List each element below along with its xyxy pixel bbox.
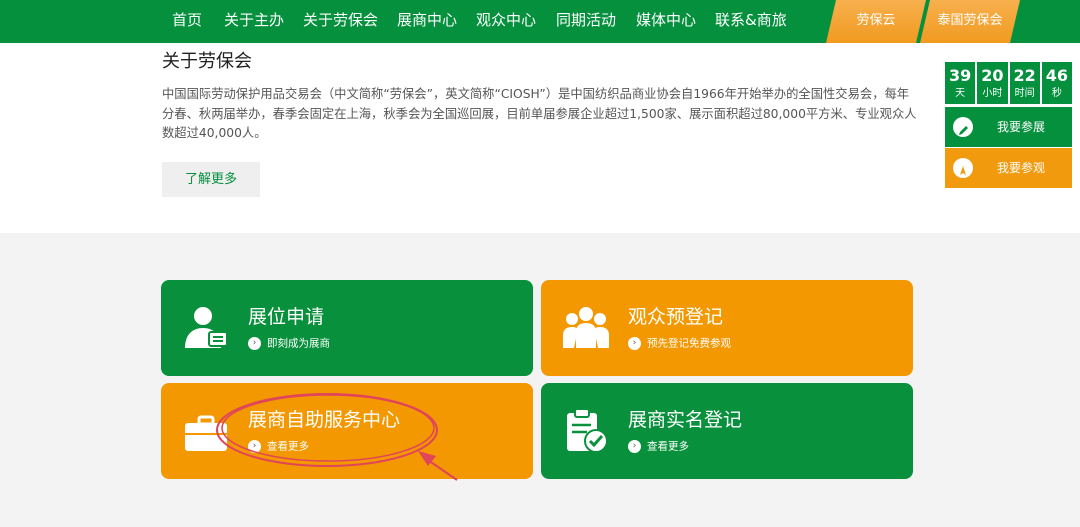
annotation-overlay: [216, 393, 458, 481]
highlight-ellipse-inner: [221, 394, 435, 462]
